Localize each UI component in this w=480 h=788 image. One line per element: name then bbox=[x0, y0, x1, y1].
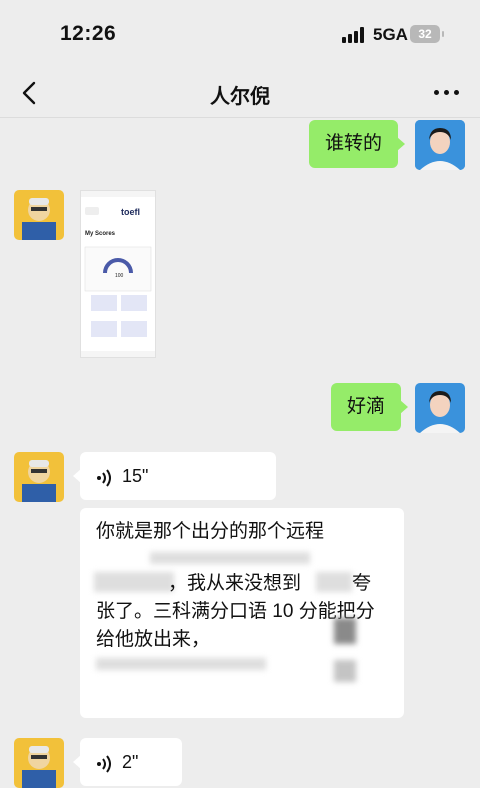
chat-header: 人尔倪 bbox=[0, 70, 480, 118]
back-button[interactable] bbox=[16, 78, 46, 108]
cartoon-avatar-icon bbox=[14, 452, 64, 502]
contact-avatar[interactable] bbox=[14, 452, 64, 502]
cartoon-avatar-icon bbox=[14, 738, 64, 788]
network-type: 5GA bbox=[373, 25, 408, 44]
transcript-line: 夸 bbox=[352, 573, 372, 594]
message-text: 谁转的 bbox=[325, 133, 383, 154]
chevron-left-icon bbox=[22, 81, 36, 105]
voice-message[interactable]: 15" bbox=[73, 452, 276, 500]
toefl-logo-text: toefl bbox=[121, 207, 140, 217]
transcript-line: 你就是那个出分的那个远程 bbox=[96, 521, 325, 542]
redacted-area bbox=[316, 572, 352, 592]
battery-icon: 32 bbox=[410, 25, 444, 43]
my-avatar[interactable] bbox=[415, 120, 465, 170]
message-text: 好滴 bbox=[347, 396, 386, 417]
transcript-line: ，我从来没想到 bbox=[168, 573, 302, 594]
voice-wave-icon bbox=[97, 755, 111, 773]
transcript-line: 张了。三科满分口语 10 分能把分 bbox=[96, 601, 375, 622]
redacted-area bbox=[334, 660, 356, 682]
redacted-area bbox=[96, 658, 266, 670]
voice-duration: 15" bbox=[122, 466, 149, 486]
transcript-line: 给他放出来， bbox=[96, 629, 211, 650]
chat-title: 人尔倪 bbox=[210, 86, 270, 108]
svg-text:My Scores: My Scores bbox=[85, 231, 116, 237]
more-button[interactable] bbox=[432, 80, 462, 104]
status-time: 12:26 bbox=[60, 22, 117, 45]
avatar-photo bbox=[415, 120, 465, 170]
voice-duration: 2" bbox=[122, 752, 139, 772]
outgoing-message[interactable]: 谁转的 bbox=[309, 120, 406, 168]
redacted-area bbox=[334, 618, 356, 644]
voice-wave-icon bbox=[97, 469, 111, 487]
signal-icon bbox=[342, 27, 368, 43]
toefl-score-report: toefl My Scores 100 bbox=[81, 191, 155, 357]
my-avatar[interactable] bbox=[415, 383, 465, 433]
redacted-area bbox=[94, 572, 174, 592]
cartoon-avatar-icon bbox=[14, 190, 64, 240]
voice-transcript[interactable]: 你就是那个出分的那个远程 ，我从来没想到 夸 张了。三科满分口语 10 分能把分… bbox=[80, 508, 404, 718]
contact-avatar[interactable] bbox=[14, 738, 64, 788]
contact-avatar[interactable] bbox=[14, 190, 64, 240]
svg-text:100: 100 bbox=[115, 273, 124, 279]
redacted-area bbox=[150, 552, 310, 564]
status-bar: 12:26 5GA 32 bbox=[0, 0, 480, 70]
avatar-photo bbox=[415, 383, 465, 433]
outgoing-message[interactable]: 好滴 bbox=[331, 383, 409, 431]
toefl-screenshot-image[interactable]: toefl My Scores 100 bbox=[80, 190, 156, 358]
voice-message[interactable]: 2" bbox=[73, 738, 182, 786]
